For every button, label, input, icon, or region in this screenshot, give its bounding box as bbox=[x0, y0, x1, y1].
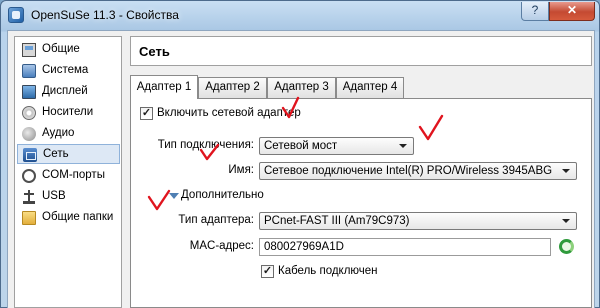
sidebar-item-system[interactable]: Система bbox=[17, 61, 120, 81]
close-button[interactable]: ✕ bbox=[549, 2, 595, 21]
connection-type-label: Тип подключения: bbox=[157, 139, 254, 151]
mac-address-input[interactable] bbox=[260, 239, 550, 255]
adapter-type-select[interactable]: PCnet-FAST III (Am79C973) bbox=[259, 212, 577, 230]
tab-adapter-1[interactable]: Адаптер 1 bbox=[130, 75, 198, 99]
chevron-down-icon bbox=[562, 169, 570, 173]
sidebar-item-shared-folders[interactable]: Общие папки bbox=[17, 208, 120, 228]
cable-connected-label: Кабель подключен bbox=[278, 265, 378, 277]
sidebar-item-storage[interactable]: Носители bbox=[17, 103, 120, 123]
sidebar-item-label: USB bbox=[42, 190, 66, 202]
storage-icon bbox=[22, 106, 36, 120]
cable-connected-checkbox[interactable]: ✓ bbox=[261, 265, 274, 278]
mac-address-field[interactable] bbox=[259, 238, 551, 256]
adapter-name-value: Сетевое подключение Intel(R) PRO/Wireles… bbox=[264, 165, 553, 177]
mac-address-label: MAC-адрес: bbox=[189, 240, 254, 252]
sidebar-item-label: Носители bbox=[42, 106, 94, 118]
generate-mac-icon[interactable] bbox=[559, 239, 574, 254]
sidebar-item-label: Общие папки bbox=[42, 211, 114, 223]
sidebar-item-audio[interactable]: Аудио bbox=[17, 124, 120, 144]
tab-adapter-4[interactable]: Адаптер 4 bbox=[336, 77, 404, 98]
adapter-type-value: PCnet-FAST III (Am79C973) bbox=[264, 215, 410, 227]
usb-icon bbox=[23, 190, 35, 204]
sidebar-item-label: COM-порты bbox=[42, 169, 105, 181]
com-port-icon bbox=[22, 169, 36, 183]
page-header: Сеть bbox=[130, 36, 592, 66]
sidebar-item-label: Дисплей bbox=[42, 85, 88, 97]
adapter-type-label: Тип адаптера: bbox=[178, 214, 254, 226]
sidebar-item-com-ports[interactable]: COM-порты bbox=[17, 166, 120, 186]
adapter-name-select[interactable]: Сетевое подключение Intel(R) PRO/Wireles… bbox=[259, 162, 577, 180]
sidebar-item-label: Сеть bbox=[43, 148, 69, 160]
sidebar-item-display[interactable]: Дисплей bbox=[17, 82, 120, 102]
tab-adapter-3[interactable]: Адаптер 3 bbox=[267, 77, 336, 98]
page-title: Сеть bbox=[139, 44, 170, 59]
sidebar-item-label: Система bbox=[42, 64, 89, 76]
chevron-down-icon bbox=[399, 144, 407, 148]
sidebar-item-general[interactable]: Общие bbox=[17, 40, 120, 60]
connection-type-select[interactable]: Сетевой мост bbox=[259, 137, 414, 155]
network-icon bbox=[23, 148, 37, 162]
connection-type-value: Сетевой мост bbox=[264, 140, 338, 152]
settings-sidebar: Общие Система Дисплей Носители Аудио Сет… bbox=[14, 36, 122, 308]
help-button[interactable]: ? bbox=[521, 2, 549, 21]
dialog-body: Общие Система Дисплей Носители Аудио Сет… bbox=[7, 30, 595, 308]
sidebar-item-label: Общие bbox=[42, 43, 80, 55]
name-label: Имя: bbox=[228, 164, 254, 176]
audio-icon bbox=[22, 127, 36, 141]
settings-window: OpenSuSe 11.3 - Свойства ? ✕ Общие Систе… bbox=[0, 0, 600, 308]
expand-advanced-icon[interactable] bbox=[169, 193, 179, 199]
sidebar-item-network[interactable]: Сеть bbox=[17, 144, 120, 164]
shared-folder-icon bbox=[22, 211, 36, 225]
title-bar[interactable]: OpenSuSe 11.3 - Свойства ? ✕ bbox=[1, 1, 600, 29]
sidebar-item-label: Аудио bbox=[42, 127, 75, 139]
display-icon bbox=[22, 85, 36, 99]
system-icon bbox=[22, 64, 36, 78]
sidebar-item-usb[interactable]: USB bbox=[17, 187, 120, 207]
advanced-toggle[interactable]: Дополнительно bbox=[181, 189, 264, 201]
chevron-down-icon bbox=[562, 219, 570, 223]
virtualbox-app-icon bbox=[8, 7, 24, 23]
enable-adapter-label: Включить сетевой адаптер bbox=[157, 107, 301, 119]
tab-adapter-2[interactable]: Адаптер 2 bbox=[198, 77, 267, 98]
enable-adapter-checkbox[interactable]: ✓ bbox=[140, 107, 153, 120]
adapter-1-pane: ✓ Включить сетевой адаптер Тип подключен… bbox=[130, 98, 592, 308]
general-icon bbox=[22, 43, 36, 57]
window-title: OpenSuSe 11.3 - Свойства bbox=[31, 8, 179, 22]
